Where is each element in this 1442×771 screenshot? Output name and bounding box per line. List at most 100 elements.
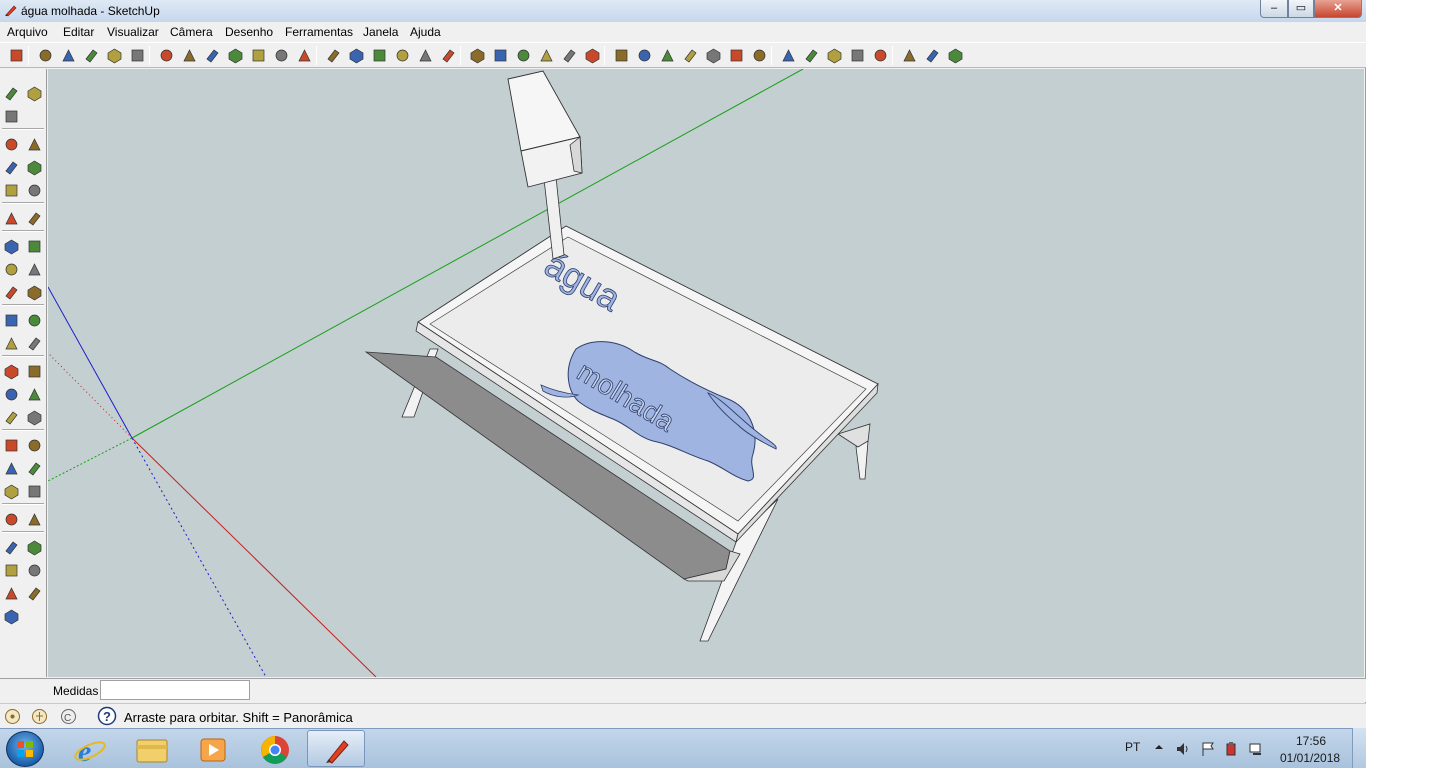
show-desktop-button[interactable] <box>1352 728 1366 768</box>
title-bar[interactable]: água molhada - SketchUp ‒ ▭ ✕ <box>0 0 1366 22</box>
left-paint-bucket-button[interactable] <box>3 335 20 352</box>
menu-janela[interactable]: Janela <box>363 25 398 39</box>
left-axes-button[interactable] <box>3 284 20 301</box>
left-model-info-button[interactable] <box>26 210 43 227</box>
left-scale-button[interactable] <box>3 483 20 500</box>
clock-date[interactable]: 01/01/2018 <box>1280 751 1340 765</box>
shaded-button[interactable] <box>682 47 699 64</box>
push-pull-button[interactable] <box>227 47 244 64</box>
menu-desenho[interactable]: Desenho <box>225 25 273 39</box>
eraser-button[interactable] <box>158 47 175 64</box>
geo-location-icon[interactable] <box>4 708 21 725</box>
circle-button[interactable] <box>83 47 100 64</box>
left-right-button[interactable] <box>3 585 20 602</box>
taskbar-file-explorer[interactable] <box>122 730 180 767</box>
credits-icon[interactable] <box>31 708 48 725</box>
start-button[interactable] <box>6 731 44 767</box>
arc-button[interactable] <box>106 47 123 64</box>
left-view-button[interactable] <box>849 47 866 64</box>
left-arc-button[interactable] <box>26 386 43 403</box>
left-freehand-button[interactable] <box>26 409 43 426</box>
minimize-button[interactable]: ‒ <box>1260 0 1288 18</box>
menu-arquivo[interactable]: Arquivo <box>7 25 48 39</box>
right-view-button[interactable] <box>803 47 820 64</box>
hidden-line-button[interactable] <box>659 47 676 64</box>
left-protractor-button[interactable] <box>3 261 20 278</box>
language-indicator[interactable]: PT <box>1125 740 1140 754</box>
action-center-flag-icon[interactable] <box>1200 741 1216 757</box>
left-back-button[interactable] <box>26 585 43 602</box>
left-rotate-button[interactable] <box>3 460 20 477</box>
left-eraser-button[interactable] <box>26 335 43 352</box>
left-tape-measure-button[interactable] <box>3 238 20 255</box>
left-circle-button[interactable] <box>3 386 20 403</box>
left-orbit-button[interactable] <box>3 511 20 528</box>
back-edges-button[interactable] <box>584 47 601 64</box>
front-view-button[interactable] <box>780 47 797 64</box>
previous-view-button[interactable] <box>417 47 434 64</box>
walk-button[interactable] <box>492 47 509 64</box>
close-button[interactable]: ✕ <box>1314 0 1362 18</box>
left-pan-button[interactable] <box>26 511 43 528</box>
taskbar-chrome[interactable] <box>245 730 303 767</box>
left-follow-me-button[interactable] <box>26 460 43 477</box>
left-new-button[interactable] <box>3 85 20 102</box>
left-iso-button[interactable] <box>26 539 43 556</box>
left-polygon-button[interactable] <box>3 409 20 426</box>
shaded-textures-button[interactable] <box>705 47 722 64</box>
pan-button[interactable] <box>348 47 365 64</box>
taskbar-sketchup[interactable] <box>307 730 365 767</box>
zoom-button[interactable] <box>371 47 388 64</box>
left-paste-button[interactable] <box>3 159 20 176</box>
back-view-button[interactable] <box>826 47 843 64</box>
section-plane-button[interactable] <box>538 47 555 64</box>
left-print-button[interactable] <box>3 210 20 227</box>
left-make-component-button[interactable] <box>26 312 43 329</box>
left-save-button[interactable] <box>3 108 20 125</box>
left-3d-text-button[interactable] <box>26 284 43 301</box>
left-undo-button[interactable] <box>3 182 20 199</box>
select-button[interactable] <box>8 47 25 64</box>
safely-remove-hardware-icon[interactable] <box>1223 741 1239 757</box>
left-redo-button[interactable] <box>26 182 43 199</box>
model-viewport[interactable]: água molhada <box>48 69 1364 677</box>
left-zoom-button[interactable] <box>3 539 20 556</box>
show-hidden-icons-icon[interactable] <box>1154 742 1164 752</box>
left-cut-button[interactable] <box>3 136 20 153</box>
toggle-terrain-button[interactable] <box>924 47 941 64</box>
iso-view-button[interactable] <box>613 47 630 64</box>
clock-time[interactable]: 17:56 <box>1296 734 1326 748</box>
menu-editar[interactable]: Editar <box>63 25 94 39</box>
left-dimension-button[interactable] <box>26 238 43 255</box>
left-offset-button[interactable] <box>26 483 43 500</box>
paint-bucket-button[interactable] <box>204 47 221 64</box>
left-select-button[interactable] <box>3 312 20 329</box>
left-left-button[interactable] <box>3 608 20 625</box>
zoom-extents-button[interactable] <box>394 47 411 64</box>
monochrome-button[interactable] <box>728 47 745 64</box>
tape-measure-button[interactable] <box>181 47 198 64</box>
orbit-button[interactable] <box>325 47 342 64</box>
measurements-input[interactable] <box>100 680 250 700</box>
left-open-button[interactable] <box>26 85 43 102</box>
wireframe-button[interactable] <box>636 47 653 64</box>
left-front-button[interactable] <box>26 562 43 579</box>
left-text-button[interactable] <box>26 261 43 278</box>
make-component-button[interactable] <box>129 47 146 64</box>
left-top-button[interactable] <box>3 562 20 579</box>
menu-visualizar[interactable]: Visualizar <box>107 25 159 39</box>
menu-ajuda[interactable]: Ajuda <box>410 25 441 39</box>
add-location-button[interactable] <box>901 47 918 64</box>
taskbar-internet-explorer[interactable]: e <box>60 730 118 768</box>
menu-ferramentas[interactable]: Ferramentas <box>285 25 353 39</box>
volume-icon[interactable] <box>1175 741 1191 757</box>
left-rectangle-button[interactable] <box>3 363 20 380</box>
position-camera-button[interactable] <box>469 47 486 64</box>
rotate-button[interactable] <box>273 47 290 64</box>
left-copy-button[interactable] <box>26 136 43 153</box>
top-view-button[interactable] <box>751 47 768 64</box>
menu-camera[interactable]: Câmera <box>170 25 213 39</box>
rectangle-button[interactable] <box>60 47 77 64</box>
network-icon[interactable] <box>1248 741 1264 757</box>
photo-textures-button[interactable] <box>947 47 964 64</box>
